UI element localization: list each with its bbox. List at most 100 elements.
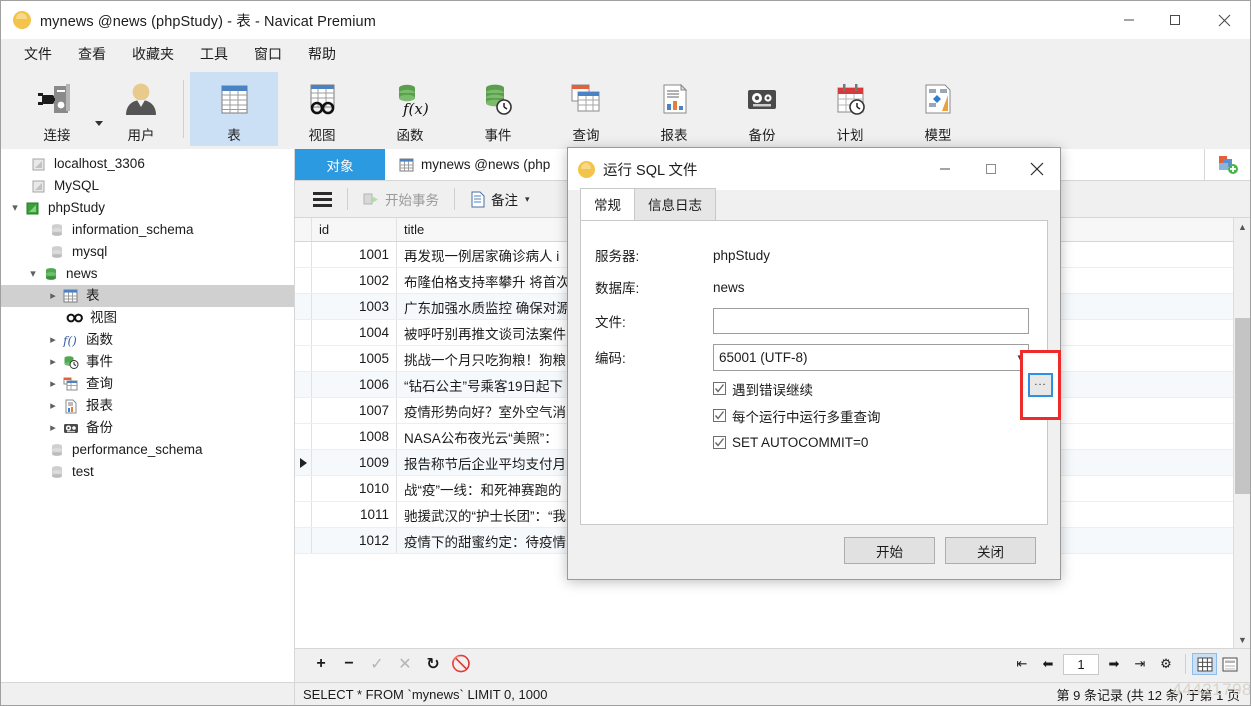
tab-general[interactable]: 常规 xyxy=(580,188,635,220)
check-icon[interactable]: ✓ xyxy=(363,654,391,674)
continue-on-error-checkbox[interactable] xyxy=(713,382,726,395)
encoding-select[interactable]: 65001 (UTF-8) ▾ xyxy=(713,343,1029,371)
start-button[interactable]: 开始 xyxy=(844,537,935,564)
toolbar-schedule-button[interactable]: 计划 xyxy=(806,72,894,146)
chevron-right-icon[interactable]: ▸ xyxy=(45,334,61,346)
set-autocommit-row[interactable]: SET AUTOCOMMIT=0 xyxy=(595,429,1033,456)
cell-id[interactable]: 1008 xyxy=(312,424,397,449)
chevron-down-icon[interactable]: ▾ xyxy=(525,194,530,205)
hamburger-menu-icon[interactable] xyxy=(305,189,340,210)
toolbar-backup-button[interactable]: 备份 xyxy=(718,72,806,146)
sidebar-item-reports[interactable]: ▸ 报表 xyxy=(1,395,294,417)
cross-icon[interactable]: ✕ xyxy=(391,654,419,674)
next-page-icon[interactable]: ➡ xyxy=(1101,656,1127,672)
continue-on-error-row[interactable]: 遇到错误继续 xyxy=(595,375,1033,402)
tab-objects[interactable]: 对象 xyxy=(295,149,385,180)
cell-id[interactable]: 1009 xyxy=(312,450,397,475)
row-gutter[interactable] xyxy=(295,476,312,501)
remark-button[interactable]: 备注 ▾ xyxy=(462,186,538,212)
close-icon[interactable] xyxy=(1198,1,1250,39)
chevron-right-icon[interactable]: ▸ xyxy=(45,290,61,302)
cell-id[interactable]: 1007 xyxy=(312,398,397,423)
row-gutter[interactable] xyxy=(295,320,312,345)
grid-vertical-scrollbar[interactable]: ▲ ▼ xyxy=(1233,218,1250,648)
connection-dropdown-caret-icon[interactable] xyxy=(95,121,103,126)
toolbar-table-button[interactable]: 表 xyxy=(190,72,278,146)
toolbar-function-button[interactable]: f(x) 函数 xyxy=(366,72,454,146)
toolbar-user-button[interactable]: 用户 xyxy=(105,72,177,146)
sidebar-item-functions[interactable]: ▸ f() 函数 xyxy=(1,329,294,351)
sidebar-item-information_schema[interactable]: information_schema xyxy=(1,219,294,241)
cell-id[interactable]: 1003 xyxy=(312,294,397,319)
prev-page-icon[interactable]: ⬅ xyxy=(1035,656,1061,672)
plus-icon[interactable]: + xyxy=(307,655,335,673)
toolbar-connection-button[interactable]: 连接 xyxy=(13,72,101,146)
chevron-right-icon[interactable]: ▸ xyxy=(45,356,61,368)
row-gutter[interactable] xyxy=(295,294,312,319)
sidebar-item-tables[interactable]: ▸ 表 xyxy=(1,285,294,307)
chevron-down-icon[interactable]: ▾ xyxy=(25,268,41,280)
file-path-input[interactable] xyxy=(713,308,1029,334)
sidebar-item-phpstudy[interactable]: ▾ phpStudy xyxy=(1,197,294,219)
sidebar-item-backups[interactable]: ▸ 备份 xyxy=(1,417,294,439)
scroll-up-icon[interactable]: ▲ xyxy=(1234,218,1250,235)
sidebar-item-localhost_3306[interactable]: localhost_3306 xyxy=(1,153,294,175)
minimize-icon[interactable] xyxy=(922,148,968,190)
new-tab-icon[interactable] xyxy=(1204,149,1250,180)
gear-icon[interactable]: ⚙ xyxy=(1153,656,1179,672)
sidebar-item-mysql-conn[interactable]: MySQL xyxy=(1,175,294,197)
sidebar-item-news[interactable]: ▾ news xyxy=(1,263,294,285)
row-gutter[interactable] xyxy=(295,502,312,527)
menu-tools[interactable]: 工具 xyxy=(187,40,241,68)
toolbar-event-button[interactable]: 事件 xyxy=(454,72,542,146)
file-browse-button[interactable]: ... xyxy=(1028,373,1053,397)
row-gutter[interactable] xyxy=(295,450,312,475)
cell-id[interactable]: 1004 xyxy=(312,320,397,345)
sidebar-item-mysql-db[interactable]: mysql xyxy=(1,241,294,263)
connection-tree-sidebar[interactable]: localhost_3306 MySQL ▾ phpStudy informat… xyxy=(1,149,295,682)
row-gutter[interactable] xyxy=(295,268,312,293)
row-gutter[interactable] xyxy=(295,424,312,449)
last-page-icon[interactable]: ⇥ xyxy=(1127,656,1153,672)
close-button[interactable]: 关闭 xyxy=(945,537,1036,564)
form-view-icon[interactable] xyxy=(1217,653,1242,675)
close-icon[interactable] xyxy=(1014,148,1060,190)
first-page-icon[interactable]: ⇤ xyxy=(1009,656,1035,672)
stop-icon[interactable]: 🚫 xyxy=(447,654,475,674)
row-gutter[interactable] xyxy=(295,398,312,423)
chevron-right-icon[interactable]: ▸ xyxy=(45,400,61,412)
menu-window[interactable]: 窗口 xyxy=(241,40,295,68)
cell-id[interactable]: 1001 xyxy=(312,242,397,267)
maximize-icon[interactable] xyxy=(1152,1,1198,39)
cell-id[interactable]: 1006 xyxy=(312,372,397,397)
row-gutter[interactable] xyxy=(295,346,312,371)
toolbar-query-button[interactable]: 查询 xyxy=(542,72,630,146)
toolbar-view-button[interactable]: 视图 xyxy=(278,72,366,146)
menu-file[interactable]: 文件 xyxy=(11,40,65,68)
set-autocommit-checkbox[interactable] xyxy=(713,436,726,449)
minimize-icon[interactable] xyxy=(1106,1,1152,39)
sidebar-item-performance_schema[interactable]: performance_schema xyxy=(1,439,294,461)
scrollbar-thumb[interactable] xyxy=(1235,318,1250,494)
toolbar-report-button[interactable]: 报表 xyxy=(630,72,718,146)
menu-favorites[interactable]: 收藏夹 xyxy=(119,40,187,68)
sidebar-item-queries[interactable]: ▸ 查询 xyxy=(1,373,294,395)
cell-id[interactable]: 1011 xyxy=(312,502,397,527)
sidebar-item-test[interactable]: test xyxy=(1,461,294,483)
run-sql-file-dialog[interactable]: 运行 SQL 文件 常规 信息日志 服务器: phpStudy 数据库: new… xyxy=(567,147,1061,580)
tab-message-log[interactable]: 信息日志 xyxy=(634,188,716,220)
sidebar-item-events[interactable]: ▸ 事件 xyxy=(1,351,294,373)
tab-mynews-table[interactable]: mynews @news (php xyxy=(385,149,565,180)
minus-icon[interactable]: − xyxy=(335,655,363,673)
chevron-down-icon[interactable]: ▾ xyxy=(7,202,23,214)
page-number-input[interactable]: 1 xyxy=(1063,653,1099,675)
maximize-icon[interactable] xyxy=(968,148,1014,190)
row-gutter[interactable] xyxy=(295,242,312,267)
cell-id[interactable]: 1010 xyxy=(312,476,397,501)
column-header-id[interactable]: id xyxy=(312,218,397,241)
toolbar-model-button[interactable]: 模型 xyxy=(894,72,982,146)
row-gutter[interactable] xyxy=(295,372,312,397)
grid-view-icon[interactable] xyxy=(1192,653,1217,675)
chevron-right-icon[interactable]: ▸ xyxy=(45,378,61,390)
begin-transaction-button[interactable]: 开始事务 xyxy=(355,186,447,212)
